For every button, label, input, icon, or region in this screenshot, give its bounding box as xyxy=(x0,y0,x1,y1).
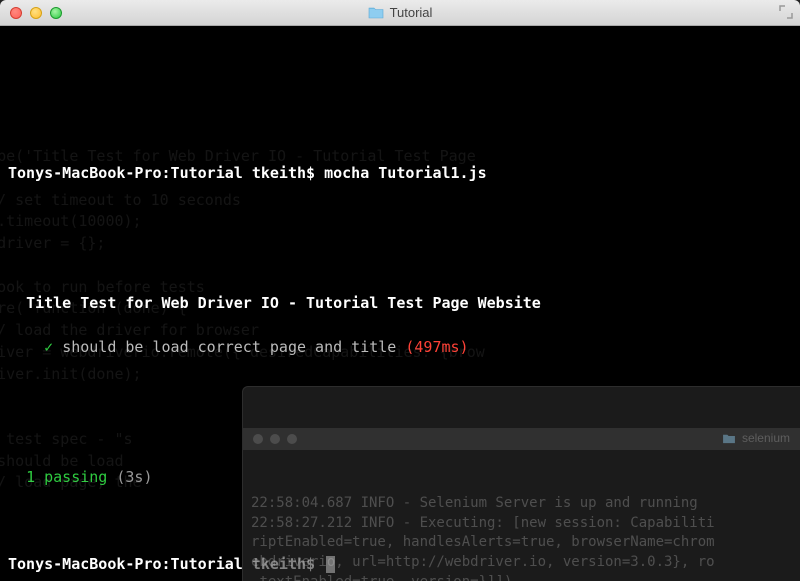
bg-window-titlebar: selenium xyxy=(243,428,800,450)
bg-window-title: selenium xyxy=(742,430,790,447)
prompt-line-1: Tonys-MacBook-Pro:Tutorial tkeith$ mocha… xyxy=(8,163,792,185)
window-titlebar[interactable]: Tutorial xyxy=(0,0,800,26)
passing-count: 1 passing xyxy=(26,468,107,486)
terminal-body[interactable]: cribe('Title Test for Web Driver IO - Tu… xyxy=(0,26,800,581)
bg-traffic-lights xyxy=(253,434,297,444)
window-title: Tutorial xyxy=(0,5,800,20)
traffic-lights xyxy=(0,7,62,19)
command-text: mocha Tutorial1.js xyxy=(324,164,487,182)
folder-icon xyxy=(368,6,384,19)
test-result-line: ✓ should be load correct page and title … xyxy=(8,337,792,359)
close-button[interactable] xyxy=(10,7,22,19)
zoom-button[interactable] xyxy=(50,7,62,19)
prompt-host: Tonys-MacBook-Pro:Tutorial tkeith$ xyxy=(8,164,315,182)
test-suite-line: Title Test for Web Driver IO - Tutorial … xyxy=(8,293,792,315)
passing-time: (3s) xyxy=(116,468,152,486)
background-window: selenium 22:58:04.687 INFO - Selenium Se… xyxy=(242,386,800,581)
bg-minimize-button xyxy=(270,434,280,444)
blank-line xyxy=(8,250,792,272)
folder-icon xyxy=(722,433,736,444)
test-duration: (497ms) xyxy=(405,338,468,356)
fullscreen-icon[interactable] xyxy=(778,4,794,20)
bg-window-log: 22:58:04.687 INFO - Selenium Server is u… xyxy=(243,490,800,581)
bg-zoom-button xyxy=(287,434,297,444)
check-icon: ✓ xyxy=(44,338,53,356)
test-name: should be load correct page and title xyxy=(62,338,396,356)
minimize-button[interactable] xyxy=(30,7,42,19)
window-title-text: Tutorial xyxy=(390,5,433,20)
blank-line xyxy=(8,206,792,228)
test-suite-title: Title Test for Web Driver IO - Tutorial … xyxy=(26,294,541,312)
terminal-window: Tutorial cribe('Title Test for Web Drive… xyxy=(0,0,800,581)
bg-close-button xyxy=(253,434,263,444)
